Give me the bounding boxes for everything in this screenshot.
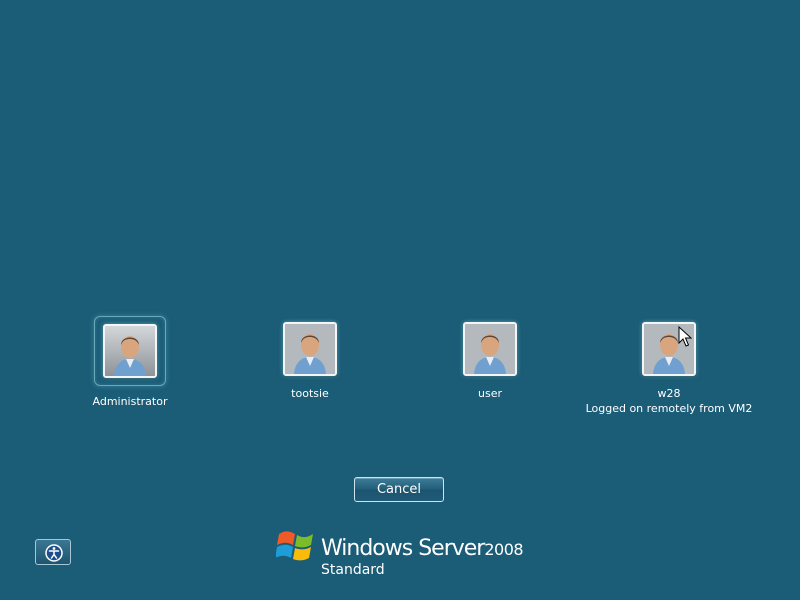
product-name: Windows Server2008	[321, 536, 524, 563]
user-tile-administrator[interactable]: Administrator	[30, 316, 230, 409]
user-tile-tootsie[interactable]: tootsie	[210, 320, 410, 401]
tile-frame	[461, 320, 519, 378]
windows-server-branding: Windows Server2008 Standard	[276, 526, 536, 582]
user-avatar-icon	[103, 324, 157, 378]
user-name-label: Administrator	[92, 395, 168, 408]
ease-of-access-button[interactable]	[35, 539, 71, 565]
selection-highlight	[94, 316, 166, 386]
product-edition: Standard	[321, 562, 385, 578]
tile-frame	[281, 320, 339, 378]
user-name-label: tootsie	[291, 387, 329, 400]
windows-flag-icon	[276, 531, 313, 561]
cancel-button[interactable]: Cancel	[354, 477, 444, 502]
user-tile-user[interactable]: user	[390, 320, 590, 401]
user-avatar-icon	[283, 322, 337, 376]
logon-screen: Administrator tootsie user w28 Logged on…	[0, 0, 800, 600]
product-version: 2008	[484, 540, 524, 559]
user-session-status: Logged on remotely from VM2	[585, 402, 753, 415]
product-title: Windows Server	[321, 536, 485, 561]
user-avatar-icon	[463, 322, 517, 376]
mouse-cursor-icon	[678, 326, 692, 347]
user-tile-w28[interactable]: w28 Logged on remotely from VM2	[569, 320, 769, 416]
ease-of-access-icon	[45, 544, 63, 562]
user-name-label: user	[478, 387, 502, 400]
user-name-label: w28	[657, 387, 681, 400]
